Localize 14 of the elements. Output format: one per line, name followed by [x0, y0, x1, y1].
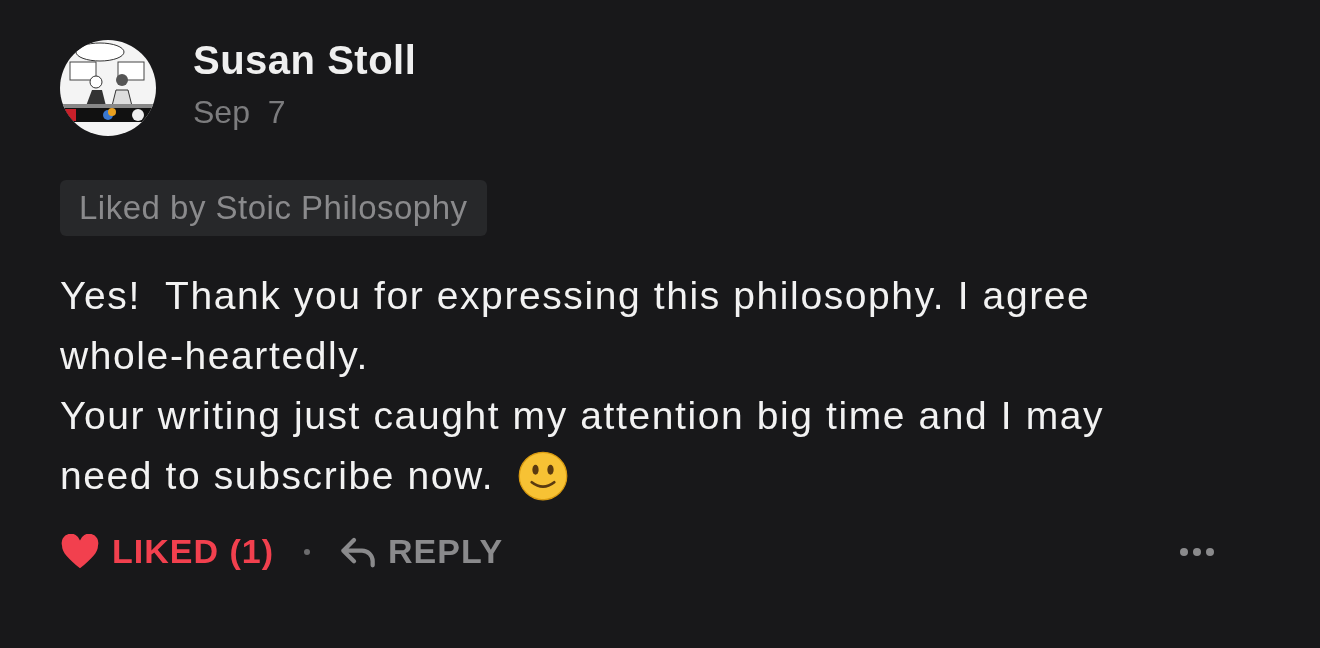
comment-text: need to subscribe now. — [60, 454, 495, 497]
comment-date: Sep 7 — [193, 94, 287, 130]
comment-text: Your writing just caught my attention big time and I may — [60, 394, 1105, 437]
reply-arrow-icon — [340, 535, 376, 568]
comment-text: whole-heartedly. — [60, 334, 369, 377]
like-button[interactable]: LIKED (1) — [60, 532, 274, 571]
reply-button[interactable]: REPLY — [340, 532, 504, 571]
liked-by-label: Liked by Stoic Philosophy — [60, 180, 487, 236]
separator-dot — [304, 548, 310, 555]
smiley-icon — [518, 451, 569, 501]
author-name[interactable]: Susan Stoll — [193, 40, 417, 80]
more-options-icon[interactable] — [1179, 546, 1215, 557]
comment-text: Yes! Thank you for expressing this philosophy. I agree — [60, 274, 1091, 317]
heart-icon — [60, 533, 100, 570]
